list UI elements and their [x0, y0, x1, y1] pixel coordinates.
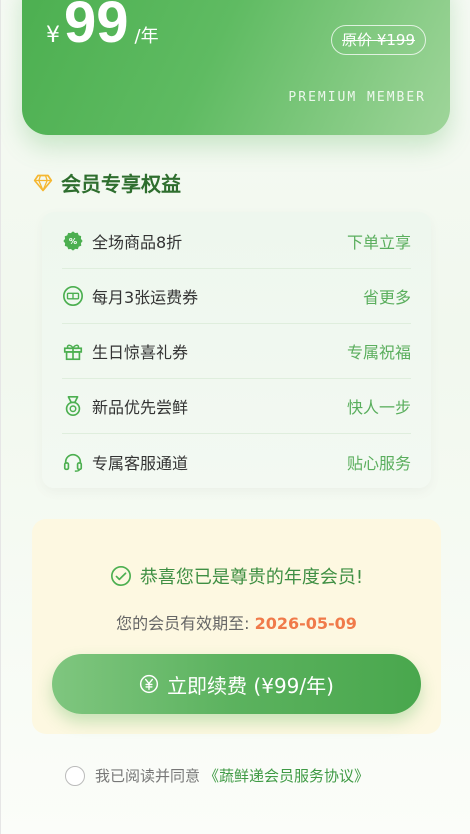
yen-coin-icon	[139, 674, 159, 694]
agreement-checkbox[interactable]	[65, 765, 85, 786]
benefit-action: 下单立享	[346, 233, 411, 252]
agreement-text: 我已阅读并同意	[95, 767, 201, 785]
agreement-link[interactable]: 《蔬鲜递会员服务协议》	[204, 765, 369, 786]
diamond-icon	[33, 174, 53, 191]
price-display: ¥ 99 /年	[46, 0, 159, 52]
medal-icon	[62, 395, 84, 417]
expiry-info: 您的会员有效期至: 2026-05-09	[32, 610, 441, 634]
check-circle-icon	[110, 566, 131, 586]
membership-price-card: ¥ 99 /年 原价 ¥199 PREMIUM MEMBER	[22, 0, 450, 135]
benefit-action: 省更多	[362, 288, 411, 307]
price-unit: /年	[134, 26, 159, 47]
renew-label: 立即续费 (¥99/年)	[167, 673, 334, 698]
benefit-row[interactable]: 每月3张运费券 省更多	[62, 269, 411, 324]
member-status-card: 恭喜您已是尊贵的年度会员! 您的会员有效期至: 2026-05-09 立即续费 …	[32, 519, 441, 734]
benefit-action: 专属祝福	[346, 343, 411, 362]
benefit-label: 新品优先尝鲜	[92, 398, 189, 417]
benefit-action: 快人一步	[346, 398, 411, 417]
expiry-date: 2026-05-09	[254, 614, 357, 633]
congrats-text: 恭喜您已是尊贵的年度会员!	[139, 567, 364, 588]
expiry-label: 您的会员有效期至:	[116, 614, 255, 633]
benefit-label: 每月3张运费券	[92, 288, 199, 307]
coupon-icon	[62, 285, 84, 307]
benefit-row[interactable]: 生日惊喜礼券 专属祝福	[62, 324, 411, 379]
renew-button[interactable]: 立即续费 (¥99/年)	[52, 654, 421, 714]
gift-icon	[62, 340, 84, 362]
benefits-title: 会员专享权益	[61, 172, 181, 196]
premium-member-label: PREMIUM MEMBER	[288, 90, 426, 105]
benefits-heading: 会员专享权益	[33, 168, 181, 197]
headset-icon	[62, 451, 84, 473]
benefit-row[interactable]: 专属客服通道 贴心服务	[62, 434, 411, 489]
svg-text:%: %	[69, 236, 77, 246]
benefit-label: 生日惊喜礼券	[92, 343, 189, 362]
discount-icon: %	[62, 230, 84, 252]
benefit-label: 专属客服通道	[92, 453, 189, 473]
benefits-list: % 全场商品8折 下单立享 每月3张运费券 省更多 生日惊喜礼券 专属祝福 新品	[42, 212, 431, 488]
benefit-row[interactable]: 新品优先尝鲜 快人一步	[62, 379, 411, 434]
benefit-action: 贴心服务	[346, 453, 411, 473]
price-amount: 99	[64, 0, 129, 55]
congrats-message: 恭喜您已是尊贵的年度会员!	[32, 563, 441, 589]
currency-symbol: ¥	[46, 23, 60, 48]
original-price-badge: 原价 ¥199	[331, 25, 426, 55]
agreement-row: 我已阅读并同意 《蔬鲜递会员服务协议》	[65, 765, 369, 786]
benefit-row[interactable]: % 全场商品8折 下单立享	[62, 214, 411, 269]
benefit-label: 全场商品8折	[92, 233, 183, 252]
